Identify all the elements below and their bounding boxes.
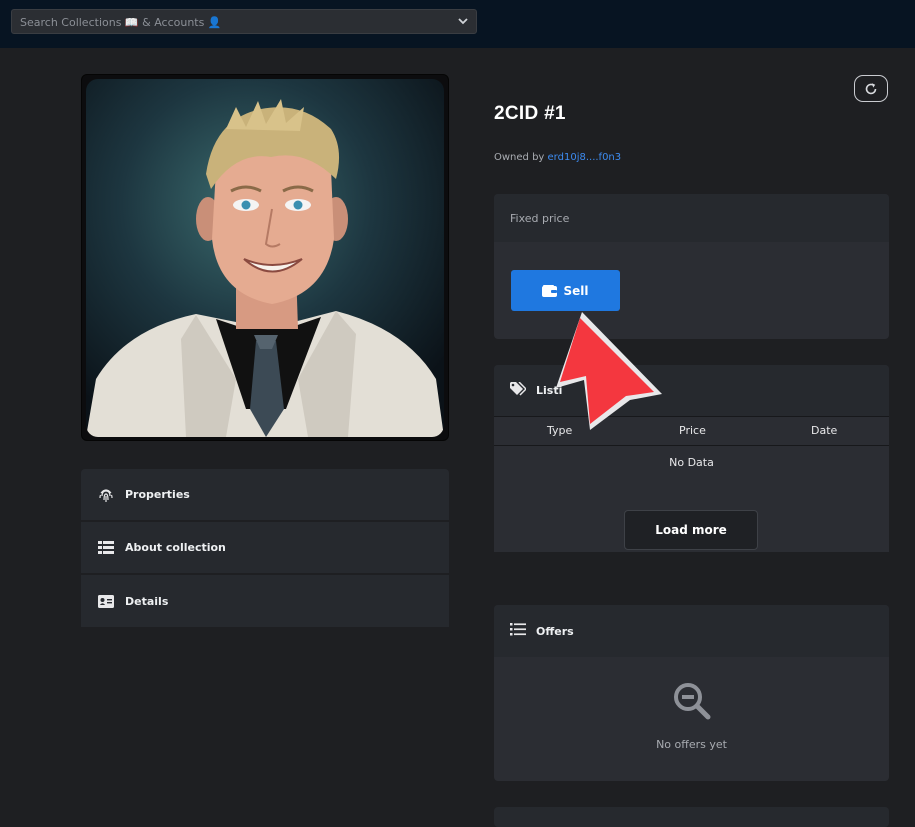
refresh-icon [865, 82, 877, 94]
sell-label: Sell [563, 283, 589, 298]
offers-title: Offers [536, 624, 574, 638]
bottom-card [494, 807, 889, 827]
chevron-down-icon[interactable] [458, 17, 468, 25]
offers-card: Offers No offers yet [494, 605, 889, 781]
nft-title: 2CID #1 [494, 103, 566, 124]
properties-label: Properties [125, 488, 190, 501]
details-panel[interactable]: Details [81, 575, 449, 627]
nft-portrait-image [86, 79, 444, 437]
owned-by: Owned by erd10j8....f0n3 [494, 152, 621, 163]
zoom-out-icon [674, 683, 711, 720]
id-card-icon [97, 593, 115, 609]
load-more-button[interactable]: Load more [624, 510, 758, 550]
nft-image-frame [81, 74, 449, 441]
offers-header: Offers [494, 605, 889, 657]
details-label: Details [125, 594, 169, 608]
properties-panel[interactable]: Properties [81, 469, 449, 520]
offers-empty: No offers yet [656, 738, 727, 751]
fingerprint-icon [97, 487, 115, 503]
about-collection-panel[interactable]: About collection [81, 522, 449, 573]
search-input[interactable] [18, 10, 452, 35]
about-collection-label: About collection [125, 541, 226, 554]
owner-address-link[interactable]: erd10j8....f0n3 [548, 152, 622, 163]
col-price: Price [679, 424, 706, 437]
pointer-arrow-icon [556, 312, 662, 430]
sell-button[interactable]: Sell [511, 270, 620, 311]
list-icon [510, 623, 526, 639]
table-list-icon [97, 540, 115, 556]
top-bar [0, 0, 915, 48]
listings-empty: No Data [669, 456, 714, 469]
tags-icon [510, 381, 528, 399]
wallet-icon [542, 284, 558, 297]
refresh-button[interactable] [854, 75, 888, 102]
col-date: Date [811, 424, 838, 437]
search-select[interactable] [11, 9, 477, 35]
owned-by-label: Owned by [494, 152, 545, 163]
fixed-price-label: Fixed price [494, 194, 889, 242]
